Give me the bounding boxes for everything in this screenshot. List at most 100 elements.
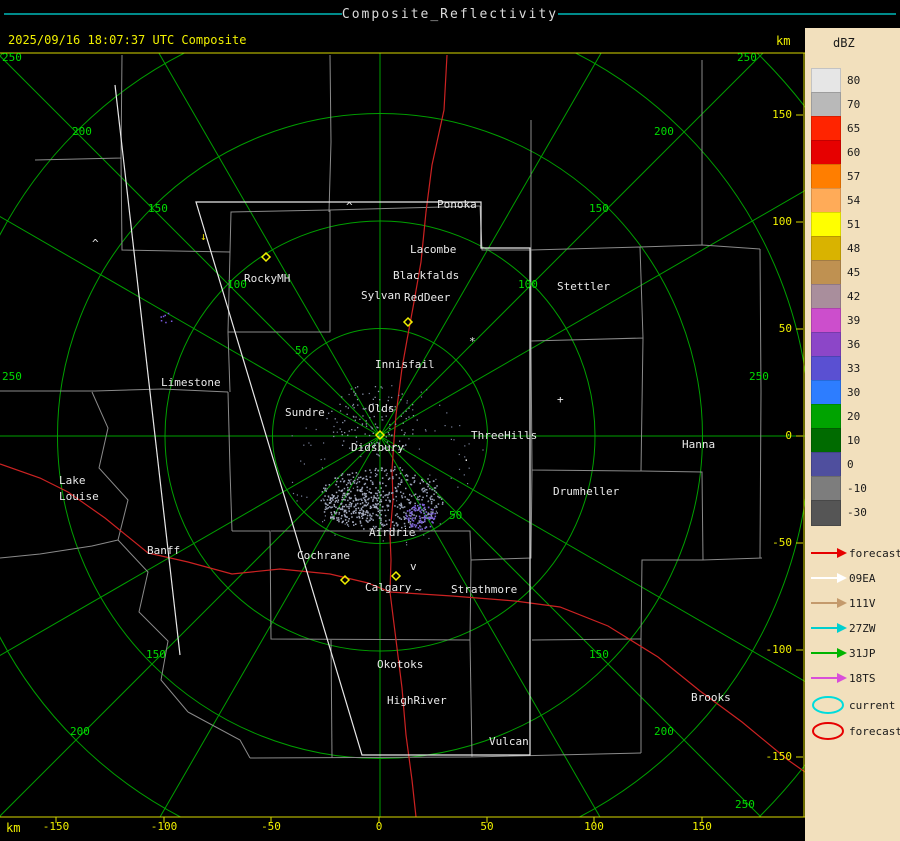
point-marker: · <box>463 454 470 467</box>
legend-arrow-icon <box>811 598 847 608</box>
legend-label: forecast <box>849 547 900 560</box>
ring-distance-label: 200 <box>654 125 674 138</box>
legend-label: 111V <box>849 597 876 610</box>
azimuth-spoke <box>158 53 381 437</box>
ring-distance-label: 200 <box>72 125 92 138</box>
azimuth-spoke <box>0 435 381 817</box>
county-boundary <box>640 470 763 561</box>
bottom-axis-label: -150 <box>42 820 70 833</box>
point-marker: ^ <box>346 200 353 213</box>
point-marker: v <box>410 560 417 573</box>
right-axis-label: 50 <box>778 322 792 335</box>
bottom-axis-label: 150 <box>692 820 712 833</box>
county-boundary <box>531 638 642 753</box>
echo-dots <box>160 312 484 546</box>
ring-distance-label: 250 <box>737 51 757 64</box>
azimuth-spoke <box>0 216 381 437</box>
county-boundary <box>227 391 233 532</box>
ring-distance-label: 150 <box>589 648 609 661</box>
city-label: Sundre <box>285 406 325 419</box>
legend-arrow-icon <box>811 623 847 633</box>
city-label: Louise <box>59 490 99 503</box>
coverage-line <box>114 84 181 656</box>
county-boundary <box>330 639 333 759</box>
highway <box>389 591 805 773</box>
bottom-axis-label: 100 <box>584 820 604 833</box>
right-axis-label: 0 <box>785 429 792 442</box>
azimuth-spoke <box>0 55 381 437</box>
right-axis-label: -100 <box>765 643 793 656</box>
city-label: RedDeer <box>404 291 451 304</box>
km-unit-top: km <box>776 34 791 48</box>
city-label: Sylvan <box>361 289 401 302</box>
city-label: Airdrie <box>369 526 416 539</box>
legend-label: 31JP <box>849 647 876 660</box>
legend-ellipse-icon <box>812 696 844 714</box>
city-label: Stettler <box>557 280 610 293</box>
point-marker: + <box>557 393 564 406</box>
bottom-axis-label: 50 <box>480 820 494 833</box>
ring-distance-label: 250 <box>2 370 22 383</box>
legend-arrow-icon <box>811 648 847 658</box>
ring-distance-label: 100 <box>518 278 538 291</box>
bottom-axis-label: 0 <box>375 820 383 833</box>
city-label: Drumheller <box>553 485 620 498</box>
azimuth-spoke <box>0 435 381 656</box>
azimuth-spoke <box>379 435 601 817</box>
city-label: Calgary <box>365 581 412 594</box>
county-boundary <box>479 120 532 251</box>
county-boundary <box>469 639 473 758</box>
legend-label: current <box>849 699 896 712</box>
city-label: ThreeHills <box>471 429 538 442</box>
legend-label: 09EA <box>849 572 876 585</box>
ring-distance-label: 150 <box>589 202 609 215</box>
range-ring <box>0 53 805 817</box>
ring-distance-label: 150 <box>148 202 168 215</box>
ring-distance-label: 250 <box>749 370 769 383</box>
county-boundary <box>228 210 331 333</box>
county-boundary <box>0 539 119 559</box>
county-boundary <box>759 248 762 559</box>
city-label: Strathmore <box>451 583 518 596</box>
legend-arrow-icon <box>811 673 847 683</box>
ring-distance-label: 250 <box>735 798 755 811</box>
county-boundary <box>530 337 644 472</box>
city-label: Ponoka <box>437 198 477 211</box>
city-label: Cochrane <box>297 549 350 562</box>
city-label: Limestone <box>161 376 221 389</box>
km-unit-bottom: km <box>6 821 21 835</box>
ring-distance-label: 100 <box>227 278 247 291</box>
city-label: RockyMH <box>244 272 291 285</box>
timestamp-label: 2025/09/16 18:07:37 UTC Composite <box>8 33 247 47</box>
ring-distance-label: 250 <box>2 51 22 64</box>
county-boundary <box>639 244 761 250</box>
legend-label: 18TS <box>849 672 876 685</box>
county-boundary <box>187 711 251 759</box>
legend-arrow-icon <box>811 548 847 558</box>
window-title: Composite_Reflectivity <box>341 7 559 22</box>
right-axis-label: 150 <box>772 108 792 121</box>
right-axis-label: -150 <box>765 750 793 763</box>
legend-ellipse-icon <box>812 722 844 740</box>
city-label: Vulcan <box>489 735 529 748</box>
city-label: Olds <box>368 402 395 415</box>
ring-distance-label: 150 <box>146 648 166 661</box>
city-label: Blackfalds <box>393 269 460 282</box>
point-marker: ↓ <box>200 230 207 243</box>
point-marker: ~ <box>415 583 422 596</box>
point-marker: ^ <box>92 237 99 250</box>
radar-map-canvas[interactable] <box>0 0 900 841</box>
city-label: Okotoks <box>377 658 424 671</box>
county-boundary <box>328 54 332 213</box>
city-label: Brooks <box>691 691 731 704</box>
city-label: Banff <box>147 544 181 557</box>
right-axis-label: 100 <box>772 215 792 228</box>
legend-label: forecast <box>849 725 900 738</box>
colorbar-panel: dBZ 80 70 65 60 57 54 51 48 45 42 39 36 33 30 20 10 0 -10… <box>805 28 900 841</box>
right-axis-label: -50 <box>772 536 792 549</box>
bottom-axis-label: -100 <box>150 820 178 833</box>
legend-label: 27ZW <box>849 622 876 635</box>
radar-map[interactable]: Ponoka Lacombe Blackfalds Sylvan RedDeer Rock… <box>0 0 900 841</box>
city-label: Hanna <box>682 438 716 451</box>
point-marker: * <box>469 335 476 348</box>
